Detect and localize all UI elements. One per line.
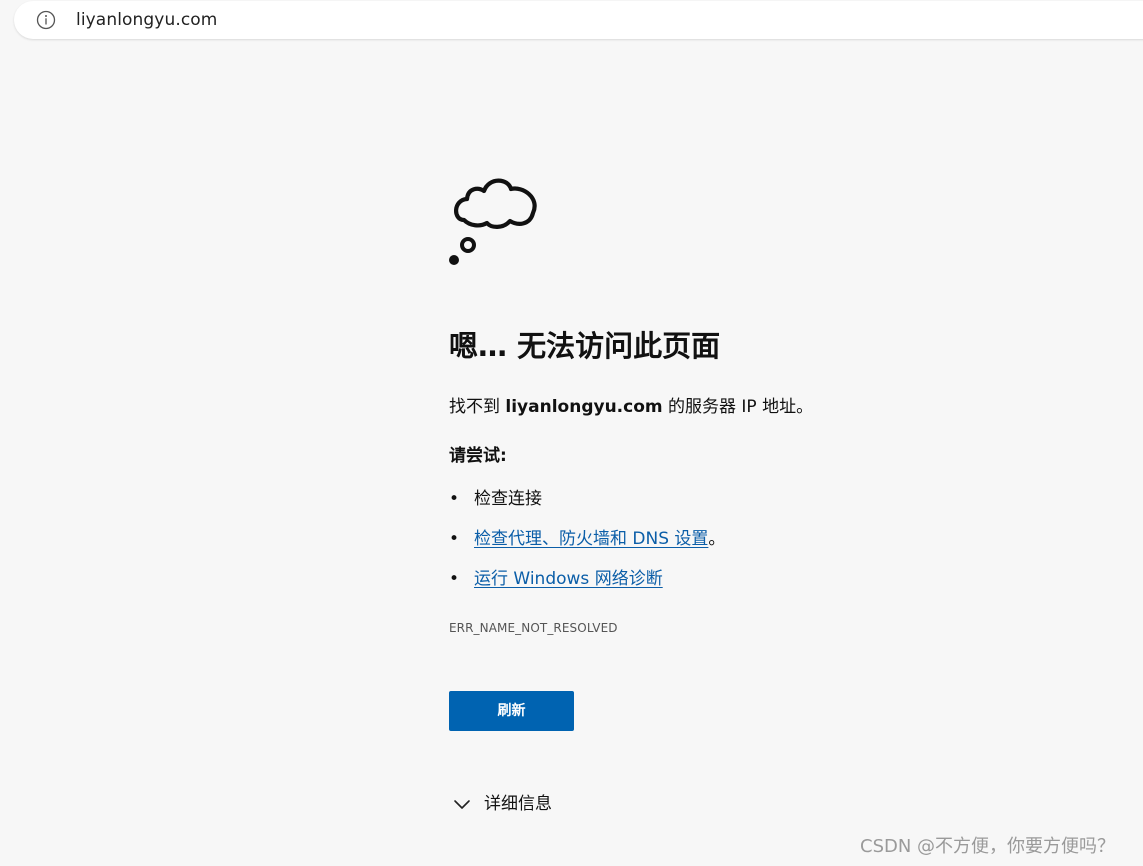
suggestions-list: • 检查连接 • 检查代理、防火墙和 DNS 设置。 • 运行 Windows … bbox=[449, 487, 725, 607]
windows-network-diagnostics-link[interactable]: 运行 Windows 网络诊断 bbox=[474, 569, 663, 589]
info-circle-icon[interactable] bbox=[36, 10, 56, 30]
bullet: • bbox=[449, 529, 460, 549]
csdn-watermark: CSDN @不方便，你要方便吗？ bbox=[860, 836, 1116, 857]
suggestion-network-diagnostics: • 运行 Windows 网络诊断 bbox=[449, 567, 725, 607]
suggestion-text: 检查连接 bbox=[474, 489, 542, 509]
suggestion-check-connection: • 检查连接 bbox=[449, 487, 725, 527]
address-bar[interactable]: liyanlongyu.com bbox=[14, 1, 1143, 39]
bullet: • bbox=[449, 489, 460, 509]
check-proxy-firewall-dns-link[interactable]: 检查代理、防火墙和 DNS 设置 bbox=[474, 529, 708, 549]
message-prefix: 找不到 bbox=[449, 397, 506, 417]
url-text[interactable]: liyanlongyu.com bbox=[76, 10, 217, 30]
thought-cloud-icon bbox=[448, 176, 540, 268]
details-toggle[interactable]: 详细信息 bbox=[453, 792, 552, 816]
message-host: liyanlongyu.com bbox=[505, 397, 663, 417]
suggestion-check-proxy: • 检查代理、防火墙和 DNS 设置。 bbox=[449, 527, 725, 567]
page-title: 嗯… 无法访问此页面 bbox=[449, 329, 721, 363]
details-label: 详细信息 bbox=[484, 794, 552, 814]
error-code: ERR_NAME_NOT_RESOLVED bbox=[449, 621, 618, 635]
suggestion-suffix: 。 bbox=[708, 529, 726, 549]
error-message: 找不到 liyanlongyu.com 的服务器 IP 地址。 bbox=[449, 395, 813, 419]
message-suffix: 的服务器 IP 地址。 bbox=[662, 397, 814, 417]
refresh-button[interactable]: 刷新 bbox=[449, 691, 574, 731]
try-label: 请尝试: bbox=[449, 446, 507, 466]
chevron-down-icon bbox=[453, 795, 471, 813]
bullet: • bbox=[449, 569, 460, 589]
